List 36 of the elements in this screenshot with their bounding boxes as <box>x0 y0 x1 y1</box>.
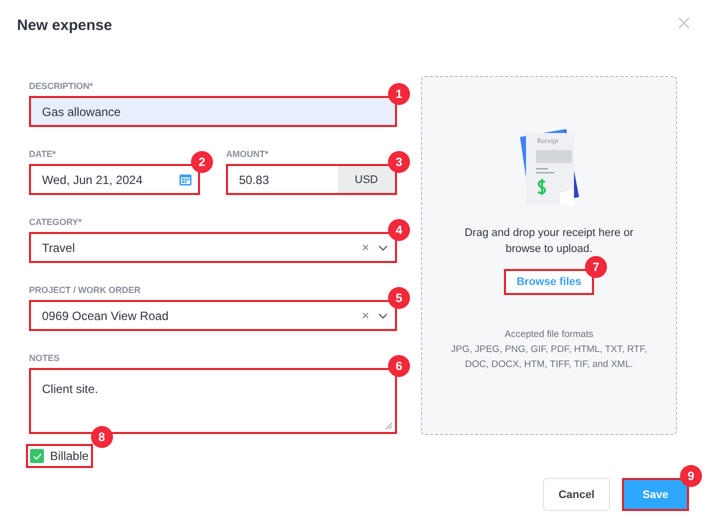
field-label: DESCRIPTION* <box>29 81 94 91</box>
callout-badge: 3 <box>388 151 410 173</box>
callout-badge: 4 <box>388 219 410 241</box>
field-label: CATEGORY* <box>29 217 83 227</box>
callout-badge: 1 <box>388 83 410 105</box>
upload-instructions: Drag and drop your receipt here or browse to upload. <box>464 226 634 257</box>
callout-badge: 7 <box>585 256 607 278</box>
chevron-down-icon[interactable] <box>378 312 388 318</box>
chevron-down-icon[interactable] <box>378 244 388 250</box>
field-label: DATE* <box>29 149 57 159</box>
date-field[interactable]: Wed, Jun 21, 2024 <box>29 164 200 195</box>
callout-badge: 6 <box>388 355 410 377</box>
billable-checkbox[interactable]: Billable <box>26 444 93 468</box>
dialog-title: New expense <box>17 16 112 34</box>
callout-badge: 5 <box>388 287 410 309</box>
clear-icon[interactable] <box>362 312 369 319</box>
formats-list: JPG, JPEG, PNG, GIF, PDF, HTML, TXT, RTF, DOC, DOCX, HTM, TIFF, TIF, and XML. <box>443 342 655 372</box>
input-field[interactable]: Gas allowance <box>29 96 397 127</box>
callout-badge: 9 <box>680 465 702 487</box>
calendar-icon[interactable] <box>179 173 192 186</box>
dropdown[interactable]: Travel <box>29 232 397 263</box>
callout-badge: 8 <box>90 426 113 448</box>
field-label: PROJECT / WORK ORDER <box>29 285 142 295</box>
field-label: AMOUNT* <box>226 149 270 159</box>
check-icon <box>32 452 42 460</box>
currency-label: USD <box>338 166 395 193</box>
amount-field[interactable]: 50.83 USD <box>226 164 397 195</box>
close-icon[interactable] <box>678 17 690 29</box>
field-label: NOTES <box>29 353 61 363</box>
clear-icon[interactable] <box>362 244 369 251</box>
cancel-button[interactable]: Cancel <box>543 478 610 511</box>
formats-title: Accepted file formats <box>504 328 594 342</box>
resize-handle-icon[interactable] <box>385 422 393 430</box>
callout-badge: 2 <box>191 151 213 173</box>
notes-field[interactable]: Client site. <box>29 368 397 434</box>
dropdown[interactable]: 0969 Ocean View Road <box>29 300 397 331</box>
